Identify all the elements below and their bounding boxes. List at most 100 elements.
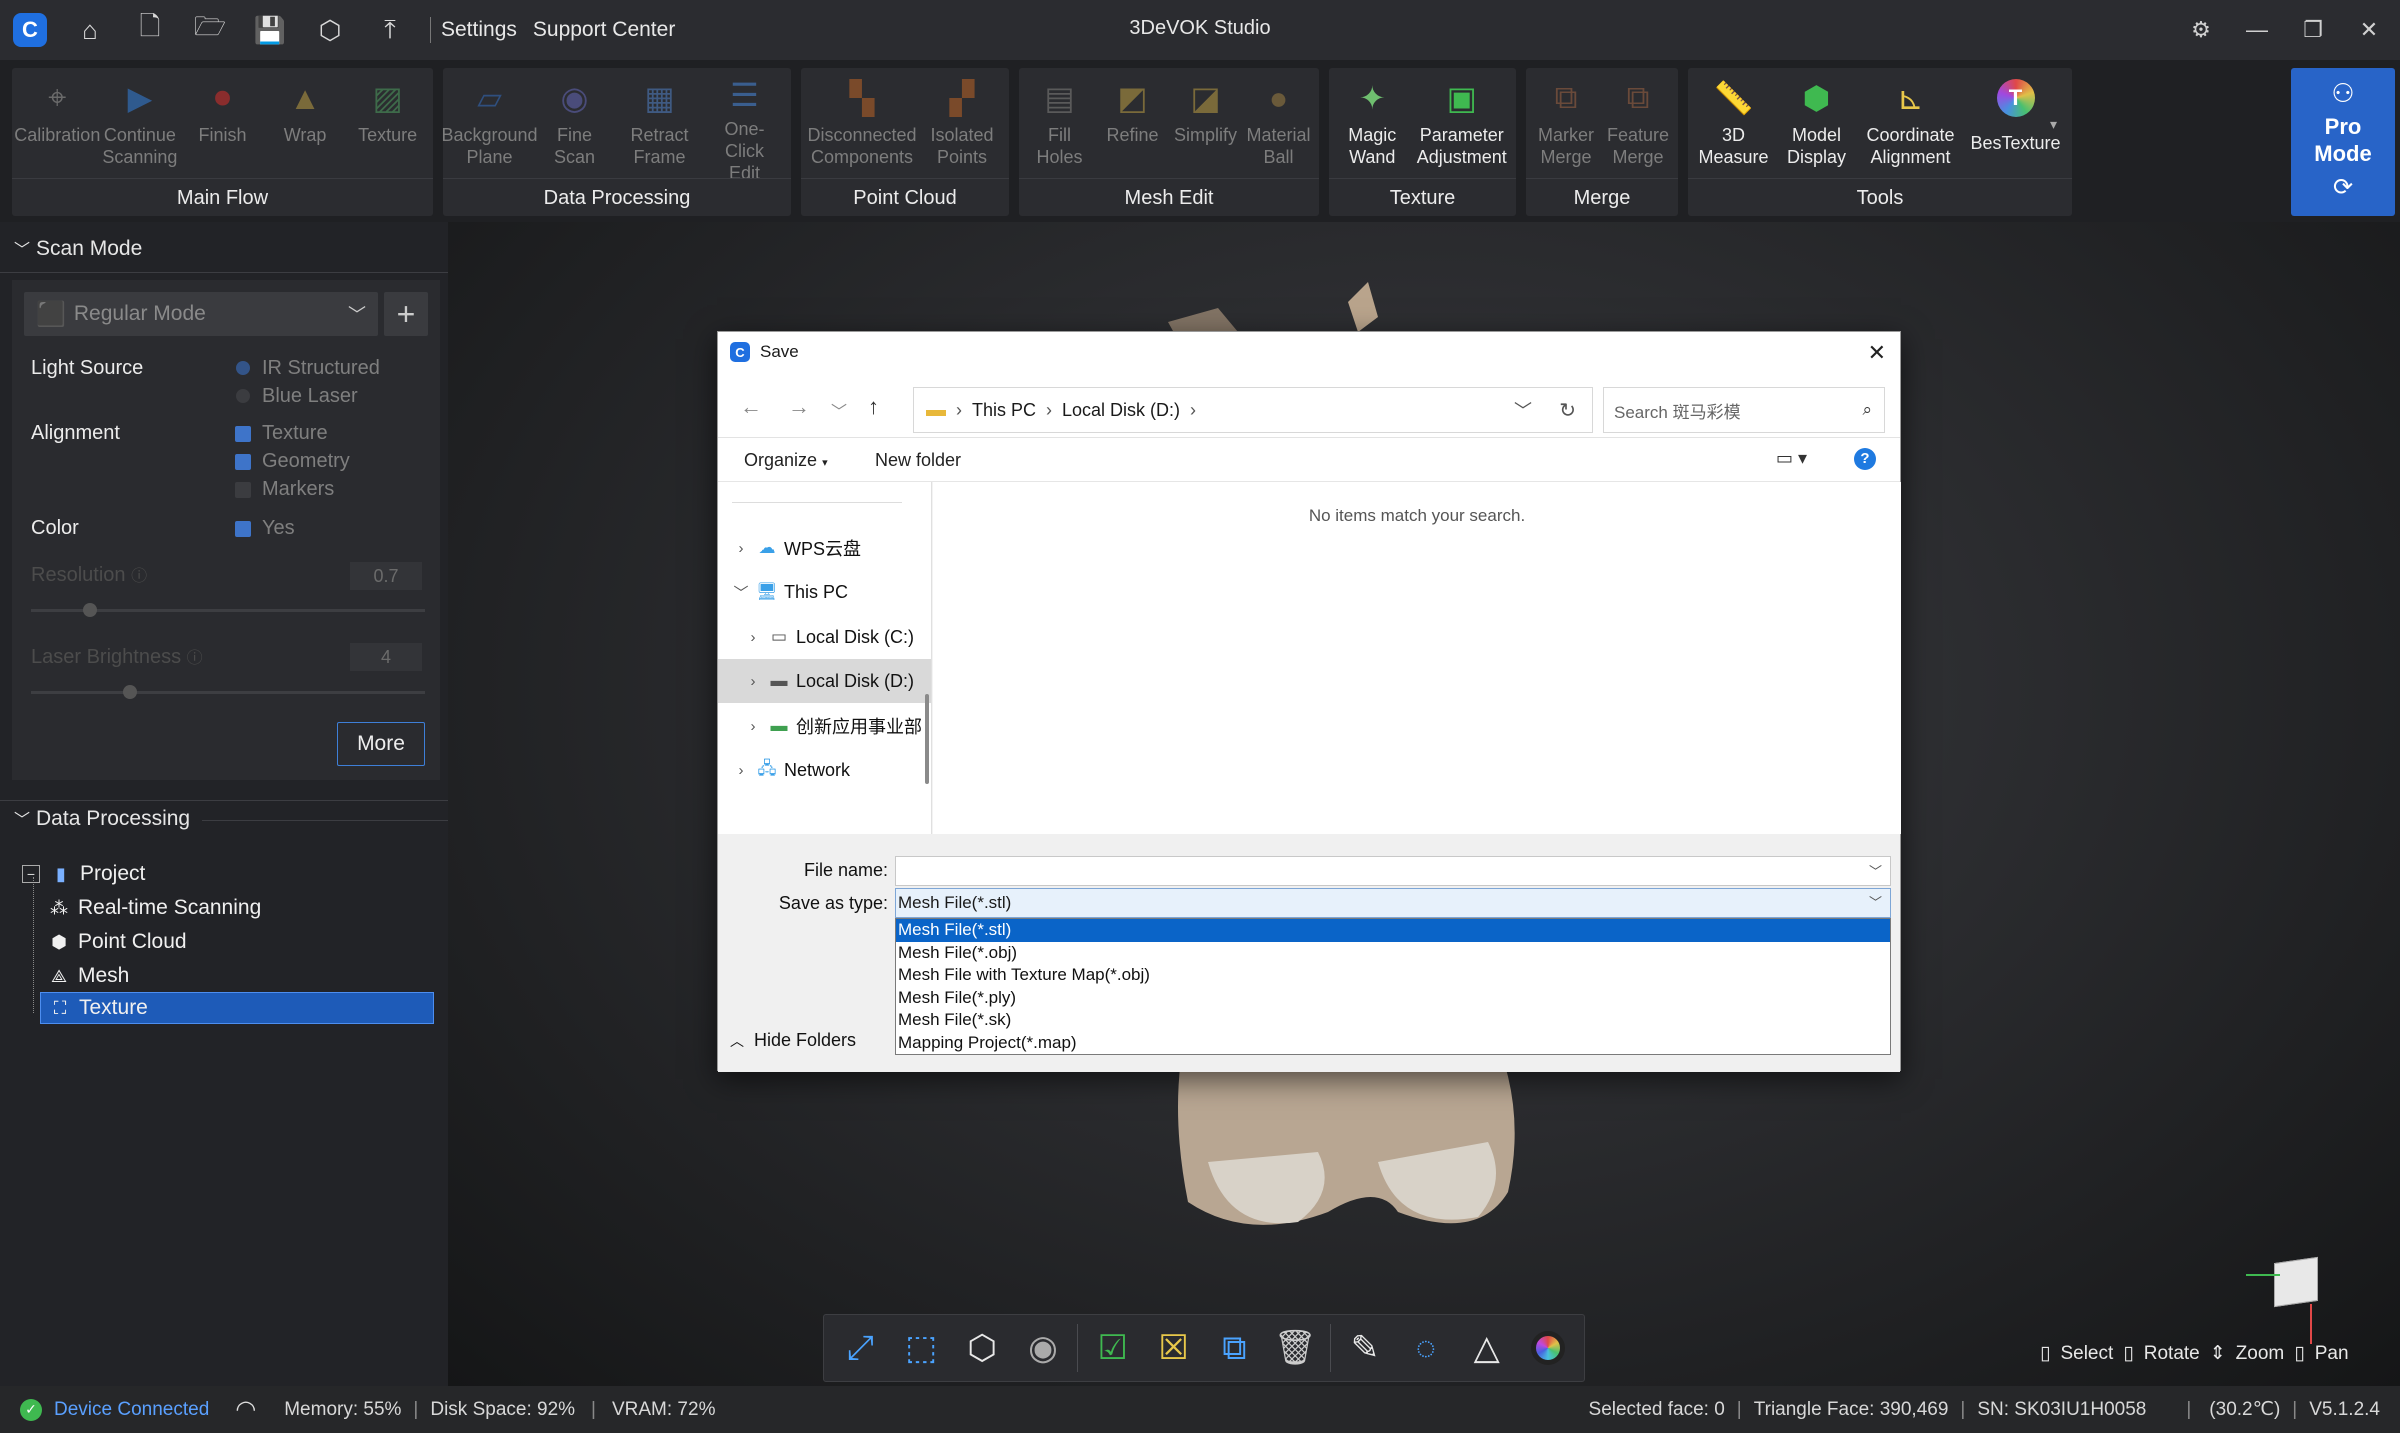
nav-item-local-disk-d[interactable]: › ▬ Local Disk (D:) (718, 659, 931, 703)
tree-item-mesh[interactable]: ⟁ Mesh (48, 964, 129, 988)
one-click-edit-button[interactable]: ☰ One- Click Edit (709, 68, 781, 183)
nav-item-network-drive[interactable]: › ▬ 创新应用事业部 (718, 704, 931, 748)
tree-item-point-cloud[interactable]: ⬢ Point Cloud (48, 930, 186, 954)
organize-menu[interactable]: Organize ▾ (744, 450, 828, 471)
file-name-input[interactable]: ﹀ (895, 856, 1891, 886)
model-display-button[interactable]: ⬢ Model Display (1781, 68, 1853, 178)
nav-item-network[interactable]: › 🖧 Network (718, 748, 931, 792)
address-dropdown-icon[interactable]: ﹀ (1514, 397, 1532, 423)
pro-mode-button[interactable]: ⚇ Pro Mode ⟳ (2291, 68, 2395, 216)
import-model-icon[interactable]: ⬡ (300, 0, 360, 60)
search-input[interactable]: Search 斑马彩模 ⌕ (1603, 387, 1885, 433)
tree-item-realtime-scanning[interactable]: ⁂ Real-time Scanning (48, 896, 261, 920)
deselect-icon[interactable]: ☒ (1143, 1318, 1204, 1378)
isolated-points-button[interactable]: ▞ Isolated Points (926, 68, 998, 178)
delete-trash-icon[interactable]: 🗑 (1265, 1318, 1326, 1378)
material-ball-button[interactable]: ● Material Ball (1243, 68, 1315, 178)
recent-chevron-icon[interactable]: ﹀ (831, 398, 847, 422)
fine-scan-button[interactable]: ◉ Fine Scan (539, 68, 611, 178)
close-button[interactable]: ✕ (2342, 0, 2396, 60)
laser-brightness-value[interactable]: 4 (350, 643, 422, 671)
marker-merge-button[interactable]: ⧉ Marker Merge (1530, 68, 1602, 178)
fit-view-icon[interactable]: ⤢ (830, 1318, 891, 1378)
invert-selection-icon[interactable]: ⧉ (1204, 1318, 1265, 1378)
wrap-button[interactable]: ▲ Wrap (269, 68, 341, 178)
nav-item-local-disk-c[interactable]: › ▭ Local Disk (C:) (718, 615, 931, 659)
calibration-button[interactable]: ⌖ Calibration (14, 68, 100, 178)
save-as-type-select[interactable]: Mesh File(*.stl) ﹀ (895, 888, 1891, 918)
continue-scanning-button[interactable]: ▶ Continue Scanning (102, 68, 177, 178)
feature-merge-button[interactable]: ⧉ Feature Merge (1602, 68, 1674, 178)
up-arrow-icon[interactable]: ↑ (868, 394, 879, 420)
export-icon[interactable]: ⤒ (360, 0, 420, 60)
lasso-select-icon[interactable]: ◌ (1395, 1318, 1456, 1378)
scan-mode-header[interactable]: ﹀ Scan Mode (14, 236, 142, 261)
resolution-slider-knob[interactable] (83, 603, 98, 617)
type-option-stl[interactable]: Mesh File(*.stl) (896, 919, 1890, 942)
breadcrumb-local-disk-d[interactable]: Local Disk (D:) (1062, 400, 1180, 421)
home-icon[interactable]: ⌂ (60, 0, 120, 60)
texture-checkbox[interactable] (235, 426, 251, 442)
finish-button[interactable]: ⏺ Finish (186, 68, 258, 178)
background-plane-button[interactable]: ▱ Background Plane (441, 68, 537, 178)
breadcrumb-this-pc[interactable]: This PC (972, 400, 1036, 421)
magic-wand-button[interactable]: ✦ Magic Wand (1336, 68, 1408, 178)
help-icon[interactable]: ? (1854, 448, 1876, 470)
type-option-ply[interactable]: Mesh File(*.ply) (896, 987, 1890, 1010)
data-processing-header[interactable]: ﹀ Data Processing (14, 806, 190, 831)
simplify-button[interactable]: ◪ Simplify (1170, 68, 1242, 178)
support-center-link[interactable]: Support Center (533, 18, 675, 42)
scan-mode-select[interactable]: ⬛ Regular Mode ﹀ (24, 292, 378, 336)
coordinate-alignment-button[interactable]: ⊾ Coordinate Alignment (1864, 68, 1958, 178)
nav-item-wps-cloud[interactable]: › ☁ WPS云盘 (718, 526, 931, 570)
nav-item-this-pc[interactable]: ﹀ 🖥 This PC (718, 570, 931, 614)
visibility-eye-icon[interactable]: ◉ (1012, 1318, 1073, 1378)
laser-brightness-slider-knob[interactable] (122, 685, 137, 699)
save-icon[interactable]: 💾 (240, 0, 300, 60)
ribbon-more-chevron-icon[interactable]: ▾ (2050, 116, 2057, 133)
orientation-cube[interactable] (2274, 1256, 2318, 1308)
geometry-checkbox[interactable] (235, 454, 251, 470)
settings-link[interactable]: Settings (441, 18, 517, 42)
forward-arrow-icon[interactable]: → (788, 394, 810, 420)
address-bar[interactable]: ▬ › This PC › Local Disk (D:) › ﹀ ↻ (913, 387, 1593, 433)
tree-item-texture[interactable]: ⛶ Texture (40, 992, 434, 1024)
refresh-icon[interactable]: ↻ (1559, 398, 1576, 423)
minimize-button[interactable]: — (2230, 0, 2284, 60)
back-arrow-icon[interactable]: ← (740, 394, 762, 420)
open-project-icon[interactable]: 🗁 (180, 0, 240, 60)
type-option-obj-texture[interactable]: Mesh File with Texture Map(*.obj) (896, 964, 1890, 987)
disconnected-components-button[interactable]: ▚ Disconnected Components (807, 68, 916, 178)
zoom-selection-icon[interactable]: ⬚ (891, 1318, 952, 1378)
new-project-icon[interactable]: 🗋 (120, 0, 180, 60)
view-options-icon[interactable]: ▭ ▾ (1776, 448, 1807, 469)
brush-select-icon[interactable]: ✎ (1335, 1318, 1396, 1378)
bestexture-button[interactable]: T BesTexture (1969, 68, 2063, 178)
fill-holes-button[interactable]: ▤ Fill Holes (1024, 68, 1096, 178)
restore-button[interactable]: ❐ (2286, 0, 2340, 60)
refine-button[interactable]: ◩ Refine (1097, 68, 1169, 178)
new-folder-button[interactable]: New folder (875, 450, 961, 471)
more-button[interactable]: More (337, 722, 425, 766)
mesh-triangle-icon[interactable]: △ (1456, 1318, 1517, 1378)
view-cube-icon[interactable]: ⬡ (952, 1318, 1013, 1378)
color-yes-checkbox[interactable] (235, 521, 251, 537)
type-option-map[interactable]: Mapping Project(*.map) (896, 1032, 1890, 1055)
blue-laser-radio[interactable] (236, 389, 250, 403)
resolution-value[interactable]: 0.7 (350, 562, 422, 590)
markers-checkbox[interactable] (235, 482, 251, 498)
type-option-sk[interactable]: Mesh File(*.sk) (896, 1009, 1890, 1032)
color-wheel-icon[interactable] (1517, 1318, 1578, 1378)
nav-scrollbar[interactable] (925, 694, 929, 784)
settings-gear-icon[interactable]: ⚙ (2174, 0, 2228, 60)
retract-frame-button[interactable]: ▦ Retract Frame (624, 68, 696, 178)
laser-brightness-slider[interactable] (31, 691, 425, 694)
add-mode-button[interactable]: + (384, 292, 428, 336)
ir-structured-radio[interactable] (236, 361, 250, 375)
parameter-adjustment-button[interactable]: ▣ Parameter Adjustment (1415, 68, 1509, 178)
hide-folders-button[interactable]: ︿ Hide Folders (730, 1030, 856, 1051)
collapse-icon[interactable]: − (22, 865, 40, 883)
select-all-icon[interactable]: ☑ (1082, 1318, 1143, 1378)
file-list[interactable]: No items match your search. (933, 482, 1901, 834)
3d-measure-button[interactable]: 📏 3D Measure (1698, 68, 1770, 178)
